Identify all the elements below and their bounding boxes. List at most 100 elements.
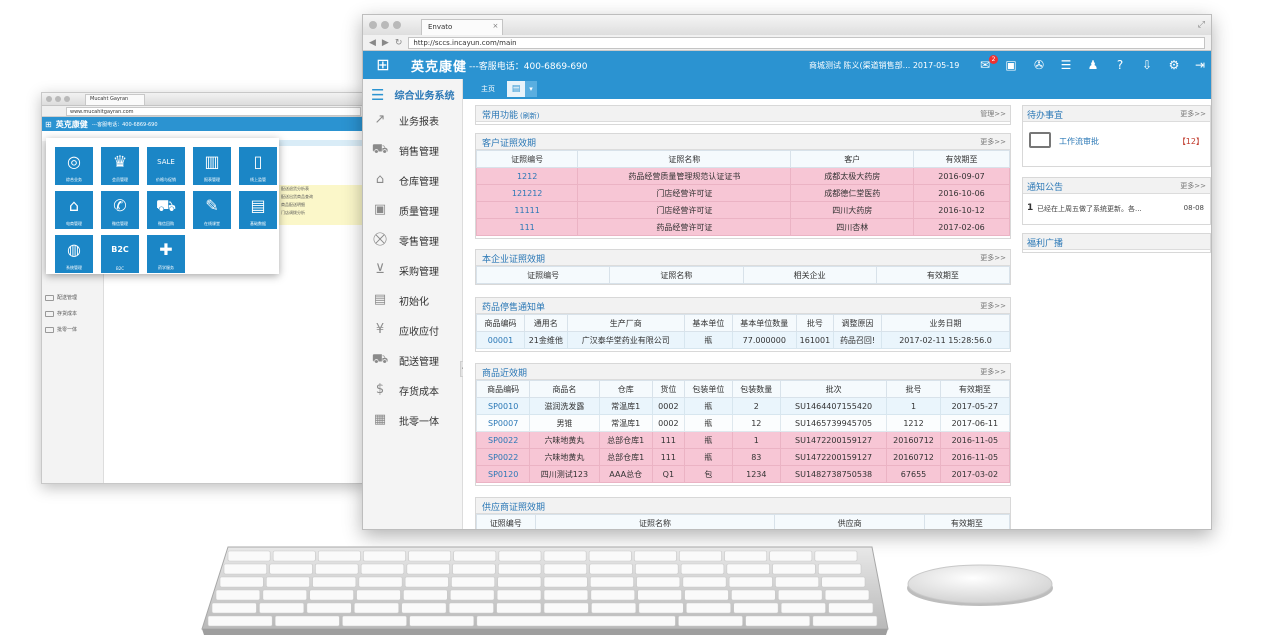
tile-会员管理[interactable]: ♛ 会员管理: [101, 147, 139, 185]
tab-home[interactable]: 主页: [473, 79, 503, 99]
gear-icon[interactable]: ⚙: [1166, 57, 1182, 73]
back-report-item[interactable]: 配送退货分析表: [277, 185, 365, 193]
sidebar-item-采购管理[interactable]: ⊻ 采购管理: [371, 260, 459, 280]
sidebar-item-批零一体[interactable]: ▦ 批零一体: [371, 410, 459, 430]
user-tree-icon[interactable]: ♟: [1085, 57, 1101, 73]
back-arrow-icon[interactable]: ◀: [369, 38, 376, 48]
more-link[interactable]: 更多>>: [980, 253, 1006, 263]
back-logo: 英克康健: [55, 119, 88, 129]
license-number-link[interactable]: 111: [475, 218, 579, 236]
tile-系统管理[interactable]: ◍ 系统管理: [55, 235, 93, 273]
apps-grid-icon[interactable]: ⊞: [45, 120, 52, 129]
pos-icon: [45, 326, 54, 333]
column-header: 供应商: [774, 514, 925, 529]
front-tab[interactable]: Envato ×: [421, 19, 504, 35]
tile-微信管理[interactable]: ✆ 微信管理: [101, 191, 139, 229]
reload-icon[interactable]: ↻: [395, 38, 403, 48]
globe-icon[interactable]: ✇: [1031, 57, 1047, 73]
more-link[interactable]: 更多>>: [1180, 181, 1206, 191]
sidebar-item-销售管理[interactable]: ⛟ 销售管理: [371, 140, 459, 160]
maximize-dot[interactable]: [64, 96, 70, 102]
sidebar-header[interactable]: ☰ 综合业务系统: [371, 87, 454, 102]
sidebar-item-业务报表[interactable]: ↗ 业务报表: [371, 110, 459, 130]
tile-综合业务[interactable]: ◎ 综合业务: [55, 147, 93, 185]
keyboard-key: [219, 576, 264, 588]
sidebar-item-应收应付[interactable]: ¥ 应收应付: [371, 320, 459, 340]
product-code-link[interactable]: SP0007: [475, 414, 531, 432]
tile-微信回购[interactable]: ⛟ 微信回购: [147, 191, 185, 229]
apps-grid-icon[interactable]: ⊞: [374, 56, 392, 74]
refresh-link[interactable]: (刷新): [520, 112, 539, 120]
workflow-approval-link[interactable]: 工作流审批: [1059, 136, 1099, 147]
hamburger-icon[interactable]: ☰: [371, 87, 384, 102]
close-tab-icon[interactable]: ×: [492, 22, 498, 30]
table-row[interactable]: SP0007 男锥 常温库1 0002 瓶 12 SU1465739945705…: [475, 414, 1011, 432]
license-number-link[interactable]: 121212: [475, 184, 579, 202]
table-row[interactable]: 121212 门店经营许可证 成都德仁堂医药 2016-10-06: [475, 184, 1010, 202]
forward-arrow-icon[interactable]: ▶: [382, 38, 389, 48]
sidebar-item-仓库管理[interactable]: ⌂ 仓库管理: [371, 170, 459, 190]
close-dot[interactable]: [46, 96, 52, 102]
license-number-link[interactable]: 11111: [475, 201, 579, 219]
back-report-item[interactable]: 门店调拨分析: [277, 209, 365, 217]
sidebar-item-零售管理[interactable]: ⛒ 零售管理: [371, 230, 459, 250]
back-report-item[interactable]: 配送出货商品查询: [277, 193, 365, 201]
product-code-link[interactable]: SP0022: [475, 431, 531, 449]
minimize-dot[interactable]: [381, 21, 389, 29]
fullscreen-icon[interactable]: ⤢: [1198, 20, 1205, 30]
download-icon[interactable]: ⇩: [1139, 57, 1155, 73]
license-number-link[interactable]: 1212: [475, 167, 579, 185]
sidebar-item-初始化[interactable]: ▤ 初始化: [371, 290, 459, 310]
logout-icon[interactable]: ⇥: [1192, 57, 1208, 73]
document-icon[interactable]: ▤: [507, 81, 525, 97]
table-row[interactable]: 00001 21金维他 广汉泰华堂药业有限公司 瓶 77.000000 1610…: [476, 331, 1010, 349]
minimize-dot[interactable]: [55, 96, 61, 102]
back-sidebar-item[interactable]: 批零一体: [45, 326, 77, 333]
table-row[interactable]: SP0022 六味地黄丸 总部仓库1 111 瓶 1 SU14722001591…: [475, 431, 1011, 449]
tile-药学服务[interactable]: ✚ 药学服务: [147, 235, 185, 273]
back-tab[interactable]: Mucaht Gayran: [85, 93, 146, 105]
close-dot[interactable]: [369, 21, 377, 29]
qr-code-icon[interactable]: ▣: [1003, 57, 1019, 73]
tile-线上监管[interactable]: ▯ 线上监管: [239, 147, 277, 185]
more-link[interactable]: 更多>>: [1180, 109, 1206, 119]
keyboard-key: [817, 563, 862, 575]
product-code-link[interactable]: 00001: [476, 331, 525, 349]
address-field[interactable]: http://sccs.incayun.com/main: [408, 36, 1205, 49]
column-header: 货位: [651, 380, 685, 398]
notice-link[interactable]: 已经在上周五做了系统更新。各...: [1037, 204, 1142, 214]
keyboard-key: [682, 576, 727, 588]
more-link[interactable]: 更多>>: [980, 367, 1006, 377]
tile-基础数据[interactable]: ▤ 基础数据: [239, 191, 277, 229]
manage-link[interactable]: 管理>>: [980, 109, 1006, 119]
back-sidebar-item[interactable]: 存货成本: [45, 310, 77, 317]
more-link[interactable]: 更多>>: [980, 137, 1006, 147]
sidebar-item-存货成本[interactable]: $ 存货成本: [371, 380, 459, 400]
sidebar-item-质量管理[interactable]: ▣ 质量管理: [371, 200, 459, 220]
product-code-link[interactable]: SP0010: [475, 397, 531, 415]
tile-电商管理[interactable]: ⌂ 电商管理: [55, 191, 93, 229]
table-row[interactable]: 1212 药品经营质量管理规范认证证书 成都太极大药房 2016-09-07: [475, 167, 1010, 185]
help-icon[interactable]: ?: [1112, 57, 1128, 73]
list-icon[interactable]: ☰: [1058, 57, 1074, 73]
table-row[interactable]: 111 药品经营许可证 四川杏林 2017-02-06: [475, 218, 1010, 236]
tile-b2c[interactable]: B2C B2C: [101, 235, 139, 273]
table-row[interactable]: SP0010 滋润洗发露 常温库1 0002 瓶 2 SU14644071554…: [475, 397, 1011, 415]
tile-在线课堂[interactable]: ✎ 在线课堂: [193, 191, 231, 229]
keyboard-key: [262, 589, 308, 601]
keyboard-key: [448, 602, 494, 614]
maximize-dot[interactable]: [393, 21, 401, 29]
more-link[interactable]: 更多>>: [980, 301, 1006, 311]
back-address-field[interactable]: www.mucahitgayran.com: [66, 107, 361, 116]
product-code-link[interactable]: SP0120: [475, 465, 531, 483]
tile-报表管理[interactable]: ▥ 报表管理: [193, 147, 231, 185]
table-row[interactable]: SP0022 六味地黄丸 总部仓库1 111 瓶 83 SU1472200159…: [475, 448, 1011, 466]
product-code-link[interactable]: SP0022: [475, 448, 531, 466]
table-row[interactable]: 11111 门店经营许可证 四川大药房 2016-10-12: [475, 201, 1010, 219]
table-row[interactable]: SP0120 四川测试123 AAA总仓 Q1 包 1234 SU1482738…: [475, 465, 1011, 483]
back-report-item[interactable]: 商品配送明细: [277, 201, 365, 209]
tile-价格与促销[interactable]: SALE 价格与促销: [147, 147, 185, 185]
back-sidebar-item[interactable]: 配送管理: [45, 294, 77, 301]
sidebar-item-配送管理[interactable]: ⛟ 配送管理: [371, 350, 459, 370]
chevron-down-icon[interactable]: ▾: [525, 81, 537, 97]
